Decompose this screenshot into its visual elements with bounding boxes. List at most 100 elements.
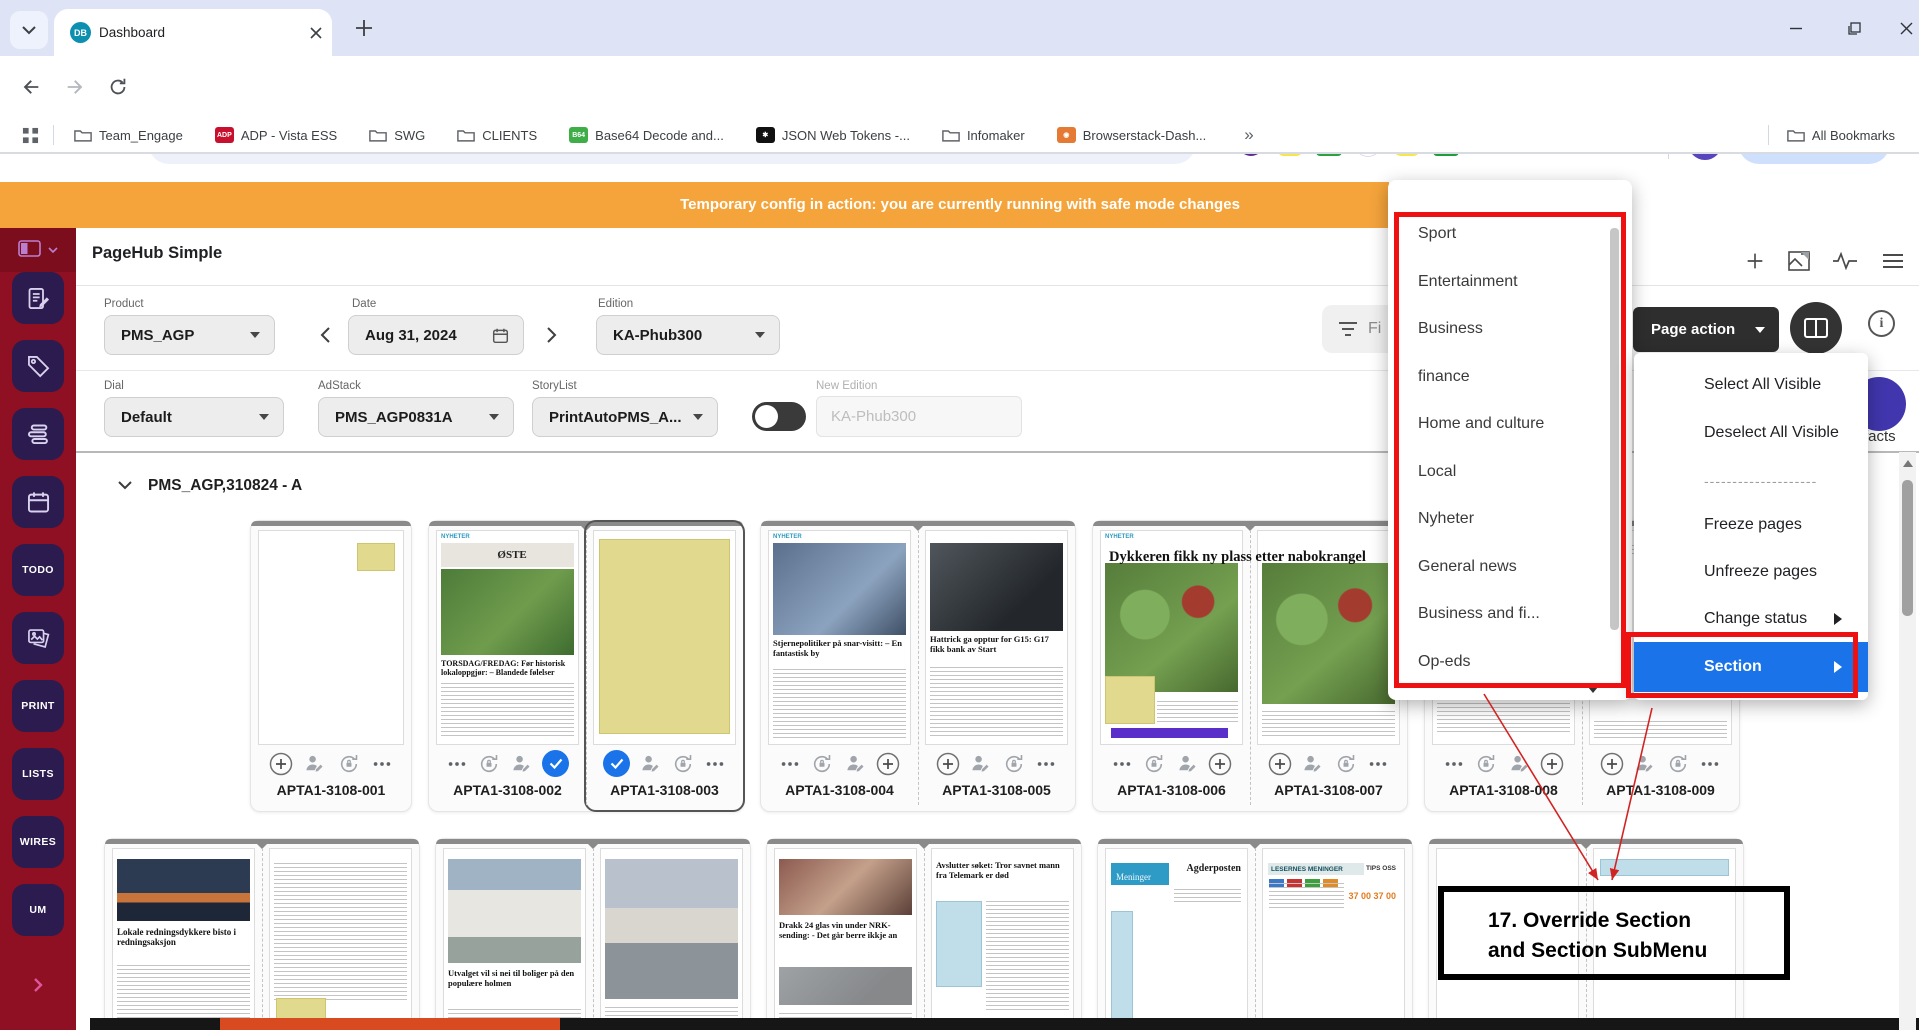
page-thumb[interactable]: Lokale redningsdykkere bisto i redningsa… <box>105 839 262 1030</box>
more-options-icon[interactable] <box>1443 753 1465 775</box>
sidebar-item-media[interactable] <box>12 612 64 664</box>
page-status-icon[interactable] <box>1334 752 1358 776</box>
sidebar-item-lists[interactable]: LISTS <box>12 748 64 800</box>
page-card-spread[interactable]: NYHETERØSTETORSDAG/FREDAG: Før historisk… <box>428 520 744 812</box>
scrollbar-thumb[interactable] <box>1902 480 1913 616</box>
menu-item-unfreeze-pages[interactable]: Unfreeze pages <box>1634 549 1868 595</box>
bookmark-item[interactable]: CLIENTS <box>457 128 537 143</box>
add-page-icon[interactable] <box>1208 752 1232 776</box>
assign-user-icon[interactable] <box>969 752 992 775</box>
date-next-button[interactable] <box>538 322 564 348</box>
newspaper-page[interactable]: Avslutter søket: Tror savnet mann fra Te… <box>931 848 1074 1030</box>
apps-grid-icon[interactable] <box>22 127 39 144</box>
page-card-spread[interactable]: NYHETERAPTA1-3108-006APTA1-3108-007Dykke… <box>1092 520 1408 812</box>
submenu-scrollbar-thumb[interactable] <box>1610 228 1619 630</box>
sidebar-item-wires[interactable]: WIRES <box>12 816 64 868</box>
assign-user-icon[interactable] <box>844 752 867 775</box>
newspaper-page[interactable]: MeningerAgderposten <box>1105 848 1248 1030</box>
more-options-icon[interactable] <box>1111 753 1133 775</box>
bookmark-item[interactable]: ✱JSON Web Tokens -... <box>756 127 910 143</box>
section-option[interactable]: Sport <box>1400 220 1618 248</box>
page-status-icon[interactable] <box>810 752 834 776</box>
page-thumb[interactable]: Drakk 24 glas vin under NRK-sending: - D… <box>767 839 924 1030</box>
section-option[interactable]: Op-eds <box>1400 648 1618 676</box>
selected-check-icon[interactable] <box>603 750 630 777</box>
newspaper-page[interactable] <box>258 530 404 745</box>
more-options-icon[interactable] <box>704 753 726 775</box>
bookmark-item[interactable]: B64Base64 Decode and... <box>569 127 724 143</box>
sidebar-expand-button[interactable] <box>0 970 76 1000</box>
page-scrollbar[interactable] <box>1899 452 1916 1030</box>
newspaper-page[interactable]: Hattrick ga opptur for G15: G17 fikk ban… <box>925 530 1068 745</box>
layout-columns-button[interactable] <box>1790 302 1842 354</box>
reload-button[interactable] <box>105 74 131 100</box>
adstack-select[interactable]: PMS_AGP0831A <box>318 397 514 437</box>
assign-user-icon[interactable] <box>1508 752 1531 775</box>
bookmarks-overflow-chevron[interactable]: » <box>1244 125 1253 145</box>
newspaper-page[interactable]: NYHETERØSTETORSDAG/FREDAG: Før historisk… <box>436 530 579 745</box>
group-collapse-chevron-icon[interactable] <box>118 481 132 490</box>
sidebar-item-calendar[interactable] <box>12 476 64 528</box>
newspaper-page[interactable]: NYHETERStjernepolitiker på snar-visitt: … <box>768 530 911 745</box>
page-status-icon[interactable] <box>1002 752 1026 776</box>
more-options-icon[interactable] <box>446 753 468 775</box>
newspaper-page[interactable]: Drakk 24 glas vin under NRK-sending: - D… <box>774 848 917 1030</box>
page-thumb-APTA1-3108-005[interactable]: Hattrick ga opptur for G15: G17 fikk ban… <box>918 521 1075 811</box>
more-options-icon[interactable] <box>779 753 801 775</box>
window-maximize-button[interactable] <box>1840 14 1868 42</box>
page-thumb[interactable] <box>593 839 750 1030</box>
page-group-header[interactable]: PMS_AGP,310824 - A <box>148 477 302 495</box>
dial-select[interactable]: Default <box>104 397 284 437</box>
new-tab-button[interactable] <box>352 16 376 40</box>
sidebar-app-switcher[interactable] <box>0 228 76 272</box>
sidebar-item-print[interactable]: PRINT <box>12 680 64 732</box>
more-options-icon[interactable] <box>1367 753 1389 775</box>
add-page-icon[interactable] <box>936 752 960 776</box>
newspaper-page[interactable]: LESERNES MENINGERTIPS OSS37 00 37 00 <box>1262 848 1405 1030</box>
bookmark-item[interactable]: Infomaker <box>942 128 1025 143</box>
assign-user-icon[interactable] <box>1633 752 1656 775</box>
window-close-button[interactable] <box>1892 14 1919 42</box>
page-thumb[interactable]: LESERNES MENINGERTIPS OSS37 00 37 00 <box>1255 839 1412 1030</box>
sidebar-item-um[interactable]: UM <box>12 884 64 936</box>
newspaper-page[interactable]: Utvalget vil si nei til boliger på den p… <box>443 848 586 1030</box>
tab-close-icon[interactable] <box>310 27 322 39</box>
menu-item-deselect-all-visible[interactable]: Deselect All Visible <box>1634 410 1868 456</box>
page-thumb-APTA1-3108-003[interactable]: APTA1-3108-003 <box>586 521 743 811</box>
page-thumb-APTA1-3108-001[interactable]: APTA1-3108-001 <box>251 521 411 811</box>
page-card-spread[interactable]: Lokale redningsdykkere bisto i redningsa… <box>104 838 420 1030</box>
section-option[interactable]: Home and culture <box>1400 410 1618 438</box>
all-bookmarks-button[interactable]: All Bookmarks <box>1787 128 1895 143</box>
add-icon[interactable] <box>1742 248 1768 274</box>
activity-pulse-icon[interactable] <box>1832 248 1858 274</box>
bookmark-item[interactable]: Team_Engage <box>74 128 183 143</box>
assign-user-icon[interactable] <box>303 752 326 775</box>
add-page-icon[interactable] <box>1540 752 1564 776</box>
page-action-button[interactable]: Page action <box>1633 307 1779 352</box>
menu-item-change-status[interactable]: Change status <box>1634 596 1868 642</box>
page-thumb[interactable]: Utvalget vil si nei til boliger på den p… <box>436 839 593 1030</box>
page-thumb[interactable]: MeningerAgderposten <box>1098 839 1255 1030</box>
page-card-spread[interactable]: NYHETERStjernepolitiker på snar-visitt: … <box>760 520 1076 812</box>
assign-user-icon[interactable] <box>639 752 662 775</box>
section-option[interactable]: finance <box>1400 363 1618 391</box>
scroll-up-arrow-icon[interactable] <box>1903 460 1913 467</box>
edition-select[interactable]: KA-Phub300 <box>596 315 780 355</box>
assign-user-icon[interactable] <box>510 752 533 775</box>
date-prev-button[interactable] <box>312 322 338 348</box>
sidebar-item-tags[interactable] <box>12 340 64 392</box>
info-button[interactable]: i <box>1868 310 1895 337</box>
newspaper-page[interactable] <box>600 848 743 1030</box>
new-edition-input[interactable]: KA-Phub300 <box>816 396 1022 437</box>
page-thumb[interactable]: Avslutter søket: Tror savnet mann fra Te… <box>924 839 1081 1030</box>
more-options-icon[interactable] <box>1699 753 1721 775</box>
section-option[interactable]: Business <box>1400 315 1618 343</box>
page-thumb[interactable] <box>262 839 419 1030</box>
storylist-select[interactable]: PrintAutoPMS_A... <box>532 397 718 437</box>
add-page-icon[interactable] <box>269 752 293 776</box>
more-options-icon[interactable] <box>1035 753 1057 775</box>
sidebar-item-stack[interactable] <box>12 408 64 460</box>
date-picker[interactable]: Aug 31, 2024 <box>348 315 524 355</box>
newspaper-page[interactable] <box>269 848 412 1030</box>
new-edition-toggle[interactable] <box>752 402 806 431</box>
